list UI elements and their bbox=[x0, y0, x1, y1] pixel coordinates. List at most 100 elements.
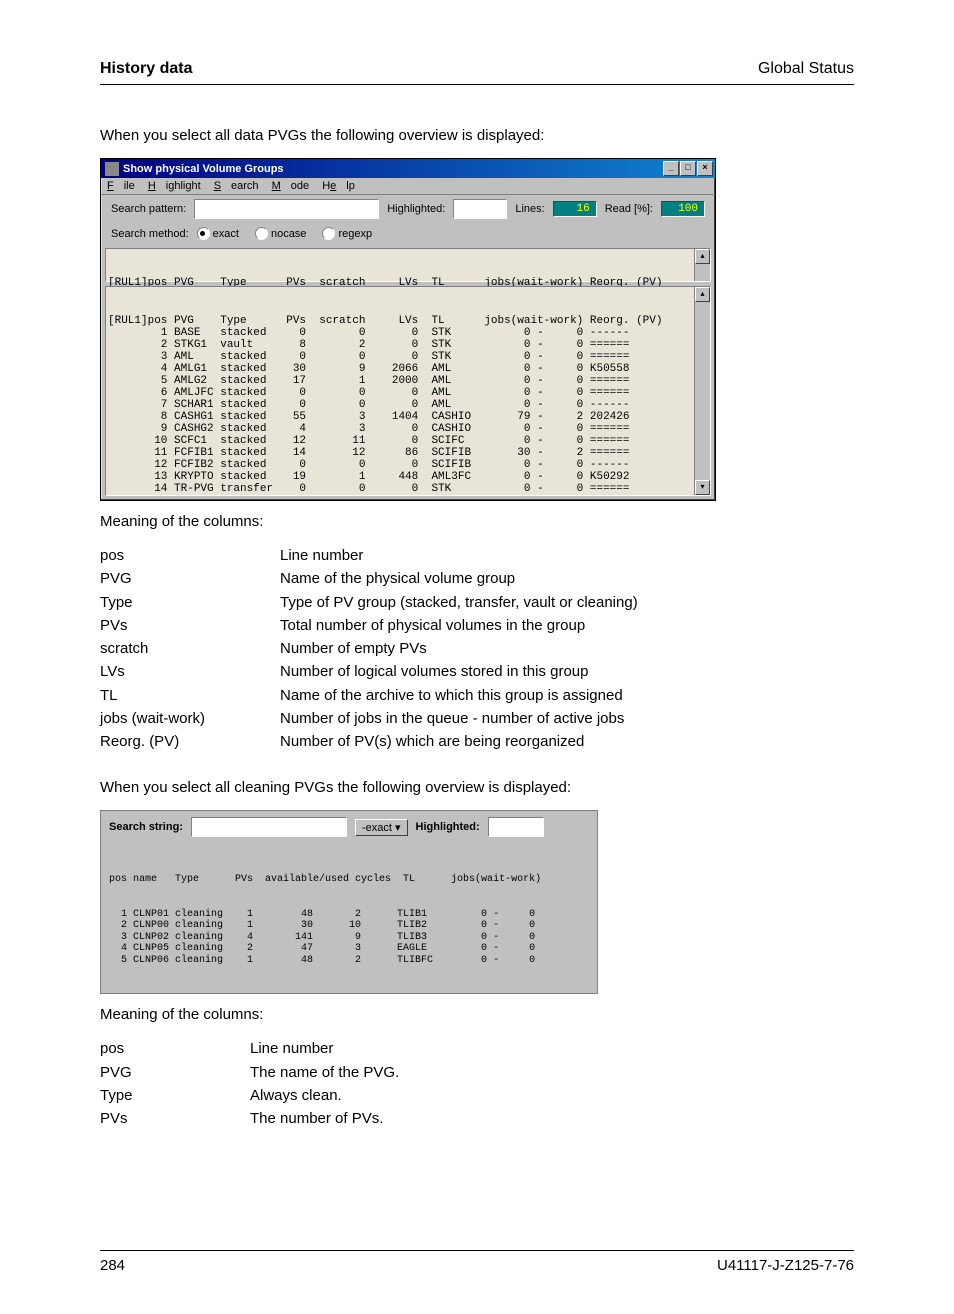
highlighted-input-2[interactable] bbox=[488, 817, 544, 837]
table-row: [RUL1]pos PVG Type PVs scratch LVs TL jo… bbox=[108, 315, 692, 327]
method-row: Search method: exact nocase regexp bbox=[101, 223, 715, 244]
meaning-label-2: Meaning of the columns: bbox=[100, 1004, 854, 1025]
table-row: 2 CLNP00 cleaning 1 30 10 TLIB2 0 - 0 bbox=[109, 920, 589, 932]
data-listing: [RUL1]pos PVG Type PVs scratch LVs TL jo… bbox=[105, 286, 711, 496]
table-row: 4 CLNP05 cleaning 2 47 3 EAGLE 0 - 0 bbox=[109, 943, 589, 955]
definition-desc: The number of PVs. bbox=[250, 1107, 383, 1130]
definition-row: posLine number bbox=[100, 544, 854, 567]
read-label: Read [%]: bbox=[605, 203, 653, 215]
app-icon bbox=[105, 162, 119, 176]
pvg-window: Show physical Volume Groups _ □ × File H… bbox=[100, 158, 716, 501]
definition-desc: Number of logical volumes stored in this… bbox=[280, 660, 588, 683]
scroll-down-icon[interactable]: ▾ bbox=[695, 480, 710, 495]
menubar: File Highlight Search Mode Help bbox=[101, 178, 715, 195]
definition-desc: Name of the archive to which this group … bbox=[280, 684, 623, 707]
definition-desc: Number of jobs in the queue - number of … bbox=[280, 707, 624, 730]
definition-row: PVGThe name of the PVG. bbox=[100, 1061, 854, 1084]
table-row: 10 SCFC1 stacked 12 11 0 SCIFC 0 - 0 ===… bbox=[108, 435, 692, 447]
window-title: Show physical Volume Groups bbox=[123, 163, 284, 175]
highlighted-input[interactable] bbox=[453, 199, 507, 219]
search-string-input[interactable] bbox=[191, 817, 347, 837]
scroll-up-icon[interactable]: ▴ bbox=[695, 287, 710, 302]
definition-row: PVsTotal number of physical volumes in t… bbox=[100, 614, 854, 637]
search-pattern-label: Search pattern: bbox=[111, 203, 186, 215]
menu-highlight[interactable]: Highlight bbox=[148, 180, 201, 192]
menu-file[interactable]: File bbox=[107, 180, 135, 192]
cleaning-window: Search string: -exact ▾ Highlighted: pos… bbox=[100, 810, 598, 994]
search-row: Search pattern: Highlighted: Lines: 16 R… bbox=[101, 195, 715, 223]
scroll-up-icon[interactable]: ▴ bbox=[695, 249, 710, 264]
radio-regexp[interactable]: regexp bbox=[322, 227, 372, 240]
table-row: 5 AMLG2 stacked 17 1 2000 AML 0 - 0 ====… bbox=[108, 375, 692, 387]
definition-desc: Line number bbox=[250, 1037, 333, 1060]
lines-value: 16 bbox=[553, 201, 597, 217]
definition-term: TL bbox=[100, 684, 280, 707]
definition-desc: Name of the physical volume group bbox=[280, 567, 515, 590]
page-footer: 284 U41117-J-Z125-7-76 bbox=[100, 1250, 854, 1274]
radio-icon bbox=[197, 227, 210, 240]
definition-row: posLine number bbox=[100, 1037, 854, 1060]
table-row: 13 KRYPTO stacked 19 1 448 AML3FC 0 - 0 … bbox=[108, 471, 692, 483]
scrollbar[interactable]: ▴ ▾ bbox=[694, 287, 710, 495]
definition-row: TypeAlways clean. bbox=[100, 1084, 854, 1107]
scrollbar[interactable]: ▴ bbox=[694, 249, 710, 281]
table-row: 3 AML stacked 0 0 0 STK 0 - 0 ====== bbox=[108, 351, 692, 363]
definition-term: LVs bbox=[100, 660, 280, 683]
intro-text-1: When you select all data PVGs the follow… bbox=[100, 125, 854, 146]
definition-term: PVG bbox=[100, 1061, 250, 1084]
menu-mode[interactable]: Mode bbox=[272, 180, 310, 192]
definition-row: LVsNumber of logical volumes stored in t… bbox=[100, 660, 854, 683]
table-row: 4 AMLG1 stacked 30 9 2066 AML 0 - 0 K505… bbox=[108, 363, 692, 375]
search-row-2: Search string: -exact ▾ Highlighted: bbox=[109, 817, 589, 837]
header-listing: [RUL1]pos PVG Type PVs scratch LVs TL jo… bbox=[105, 248, 711, 282]
close-button[interactable]: × bbox=[697, 161, 713, 176]
table-row: 5 CLNP06 cleaning 1 48 2 TLIBFC 0 - 0 bbox=[109, 955, 589, 967]
highlighted-label-2: Highlighted: bbox=[416, 821, 480, 833]
definition-row: TypeType of PV group (stacked, transfer,… bbox=[100, 591, 854, 614]
definition-desc: The name of the PVG. bbox=[250, 1061, 399, 1084]
definition-term: Type bbox=[100, 591, 280, 614]
table-row: 2 STKG1 vault 8 2 0 STK 0 - 0 ====== bbox=[108, 339, 692, 351]
search-method-label: Search method: bbox=[111, 228, 189, 240]
search-pattern-input[interactable] bbox=[194, 199, 379, 219]
definition-term: Type bbox=[100, 1084, 250, 1107]
definition-term: pos bbox=[100, 1037, 250, 1060]
radio-exact[interactable]: exact bbox=[197, 227, 239, 240]
definition-row: Reorg. (PV)Number of PV(s) which are bei… bbox=[100, 730, 854, 753]
table-row: 6 AMLJFC stacked 0 0 0 AML 0 - 0 ====== bbox=[108, 387, 692, 399]
definition-row: PVGName of the physical volume group bbox=[100, 567, 854, 590]
definition-term: PVG bbox=[100, 567, 280, 590]
definition-desc: Always clean. bbox=[250, 1084, 342, 1107]
definition-row: PVsThe number of PVs. bbox=[100, 1107, 854, 1130]
read-value: 100 bbox=[661, 201, 705, 217]
definition-term: jobs (wait-work) bbox=[100, 707, 280, 730]
exact-button[interactable]: -exact ▾ bbox=[355, 819, 408, 836]
menu-help[interactable]: Help bbox=[322, 180, 355, 192]
table-row: 1 BASE stacked 0 0 0 STK 0 - 0 ------ bbox=[108, 327, 692, 339]
definition-row: jobs (wait-work)Number of jobs in the qu… bbox=[100, 707, 854, 730]
menu-search[interactable]: Search bbox=[214, 180, 259, 192]
cleaning-listing: pos name Type PVs available/used cycles … bbox=[109, 851, 589, 989]
header-left: History data bbox=[100, 60, 192, 78]
minimize-button[interactable]: _ bbox=[663, 161, 679, 176]
definition-term: scratch bbox=[100, 637, 280, 660]
radio-icon bbox=[255, 227, 268, 240]
header-right: Global Status bbox=[758, 60, 854, 78]
page-header: History data Global Status bbox=[100, 60, 854, 85]
page-number: 284 bbox=[100, 1257, 125, 1274]
definition-desc: Number of PV(s) which are being reorgani… bbox=[280, 730, 584, 753]
definition-term: PVs bbox=[100, 1107, 250, 1130]
table-row: 3 CLNP02 cleaning 4 141 9 TLIB3 0 - 0 bbox=[109, 932, 589, 944]
radio-icon bbox=[322, 227, 335, 240]
table-row: 7 SCHAR1 stacked 0 0 0 AML 0 - 0 ------ bbox=[108, 399, 692, 411]
table-row: 9 CASHG2 stacked 4 3 0 CASHIO 0 - 0 ====… bbox=[108, 423, 692, 435]
titlebar[interactable]: Show physical Volume Groups _ □ × bbox=[101, 159, 715, 178]
column-definitions-1: posLine numberPVGName of the physical vo… bbox=[100, 544, 854, 753]
table-row: 11 FCFIB1 stacked 14 12 86 SCIFIB 30 - 2… bbox=[108, 447, 692, 459]
maximize-button[interactable]: □ bbox=[680, 161, 696, 176]
definition-term: pos bbox=[100, 544, 280, 567]
radio-nocase[interactable]: nocase bbox=[255, 227, 306, 240]
table-row: 12 FCFIB2 stacked 0 0 0 SCIFIB 0 - 0 ---… bbox=[108, 459, 692, 471]
definition-desc: Type of PV group (stacked, transfer, vau… bbox=[280, 591, 638, 614]
doc-id: U41117-J-Z125-7-76 bbox=[717, 1257, 854, 1274]
